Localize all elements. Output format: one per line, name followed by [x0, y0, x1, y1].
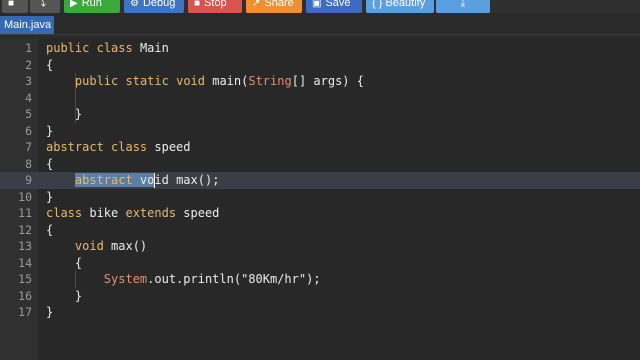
- code-line-6[interactable]: 6}: [0, 123, 640, 140]
- line-number: 7: [25, 140, 32, 154]
- download-button[interactable]: ⤓: [436, 0, 490, 13]
- code-line-16[interactable]: 16 }: [0, 288, 640, 305]
- line-number: 5: [25, 107, 32, 121]
- code-text: abstract void max();: [74, 173, 220, 187]
- tab-bar: Main.java: [0, 13, 640, 35]
- code-line-9[interactable]: 9 abstract void max();: [0, 172, 640, 189]
- run-button[interactable]: ▶ Run: [64, 0, 120, 13]
- line-number: 2: [25, 57, 32, 72]
- code-text: }: [46, 189, 54, 204]
- save-button-label: Save: [325, 0, 351, 9]
- line-number: 11: [18, 206, 32, 220]
- file-icon: ■: [8, 0, 15, 9]
- line-number: 3: [25, 74, 32, 88]
- code-text: class bike extends speed: [46, 206, 220, 220]
- share-icon: ↗: [252, 0, 261, 9]
- save-icon: ▣: [312, 0, 322, 9]
- share-button[interactable]: ↗ Share: [246, 0, 302, 13]
- code-line-4[interactable]: 4: [0, 90, 640, 107]
- download-icon: ⤓: [460, 0, 466, 9]
- line-number: 9: [25, 173, 32, 187]
- code-line-2[interactable]: 2{: [0, 57, 640, 74]
- code-line-5[interactable]: 5 }: [0, 106, 640, 123]
- code-text: }: [46, 305, 54, 319]
- text-cursor: [154, 173, 156, 188]
- code-text: {: [46, 255, 83, 270]
- code-line-11[interactable]: 11 class bike extends speed: [0, 205, 640, 222]
- stop-button-label: Stop: [204, 0, 227, 9]
- save-button[interactable]: ▣ Save: [306, 0, 362, 13]
- code-line-13[interactable]: 13 void max(): [0, 238, 640, 255]
- code-line-3[interactable]: 3 public static void main(String[] args)…: [0, 73, 640, 90]
- line-number: 15: [18, 272, 32, 286]
- code-line-12[interactable]: 12 {: [0, 222, 640, 239]
- line-number: 16: [18, 288, 32, 303]
- fork-icon: ⤵: [36, 0, 46, 9]
- play-icon: ▶: [70, 0, 78, 9]
- line-number: 6: [25, 123, 32, 138]
- code-text: {: [46, 156, 54, 171]
- beautify-button-label: { } Beautify: [372, 0, 426, 9]
- code-line-7[interactable]: 7 abstract class speed: [0, 139, 640, 156]
- fork-button[interactable]: ⤵: [30, 0, 60, 13]
- run-button-label: Run: [81, 0, 102, 9]
- code-text: abstract class speed: [46, 140, 191, 154]
- new-file-button[interactable]: ■: [2, 0, 28, 13]
- code-text: public class Main: [46, 41, 169, 55]
- code-line-15[interactable]: 15 System.out.println("80Km/hr");: [0, 271, 640, 288]
- line-number: 13: [18, 239, 32, 253]
- line-number: 10: [18, 189, 32, 204]
- code-editor[interactable]: 1 public class Main 2{3 public static void…: [0, 38, 640, 360]
- code-text: }: [46, 123, 54, 138]
- indent-guide: [74, 271, 76, 288]
- line-number: 14: [18, 255, 32, 270]
- code-line-1[interactable]: 1 public class Main: [0, 40, 640, 57]
- stop-button[interactable]: ■ Stop: [188, 0, 242, 13]
- line-number: 4: [25, 90, 32, 105]
- share-button-label: Share: [264, 0, 294, 9]
- code-text: System.out.println("80Km/hr");: [103, 272, 321, 286]
- line-number: 17: [18, 305, 32, 319]
- code-text: public static void main(String[] args) {: [74, 74, 364, 88]
- indent-guide: [74, 73, 76, 123]
- debug-button-label: Debug: [142, 0, 176, 9]
- code-line-14[interactable]: 14 {: [0, 255, 640, 272]
- debug-button[interactable]: ⚙ Debug: [124, 0, 184, 13]
- toolbar: ■ ⤵ ▶ Run ⚙ Debug ■ Stop ↗ Share ▣ Save …: [0, 0, 640, 13]
- line-number: 1: [25, 41, 32, 55]
- code-line-17[interactable]: 17}: [0, 304, 640, 321]
- code-text: }: [46, 288, 83, 303]
- tab-main-java[interactable]: Main.java: [0, 16, 54, 34]
- code-text: {: [46, 222, 54, 237]
- code-line-8[interactable]: 8{: [0, 156, 640, 173]
- code-text: }: [46, 107, 83, 121]
- code-text: void max(): [74, 239, 148, 253]
- text-selection: abstract vo: [74, 173, 155, 187]
- beautify-button[interactable]: { } Beautify: [366, 0, 434, 13]
- stop-icon: ■: [194, 0, 201, 9]
- line-number: 8: [25, 156, 32, 171]
- line-number: 12: [18, 222, 32, 237]
- code-text: {: [46, 57, 54, 72]
- debug-icon: ⚙: [130, 0, 139, 9]
- code-line-10[interactable]: 10}: [0, 189, 640, 206]
